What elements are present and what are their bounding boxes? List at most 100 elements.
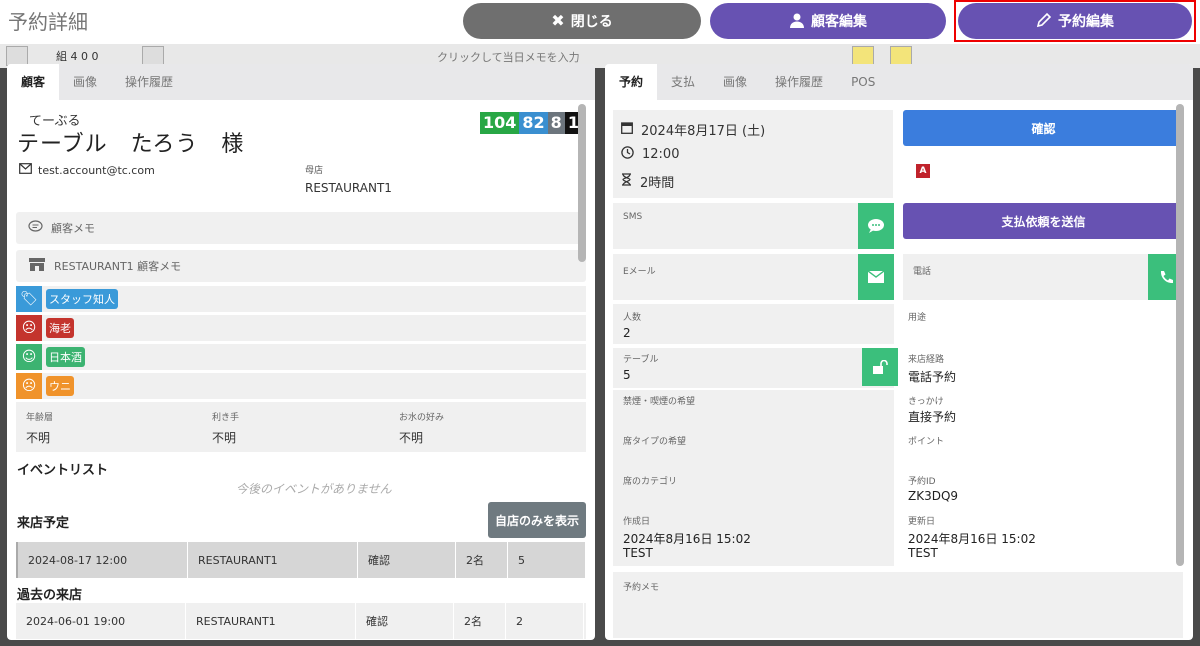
- unlock-icon[interactable]: [862, 348, 898, 386]
- tab-reservation[interactable]: 予約: [605, 64, 658, 100]
- table-value: 5: [623, 368, 631, 382]
- customer-memo-field[interactable]: 顧客メモ: [16, 212, 586, 244]
- reservation-panel: 予約 支払 画像 操作履歴 POS 2024年8月17日 (土) 12:00 2…: [605, 64, 1193, 640]
- visit-datetime: 2024-06-01 19:00: [16, 603, 186, 639]
- tab-customer[interactable]: 顧客: [7, 64, 60, 100]
- trigger-label: きっかけ: [908, 397, 944, 407]
- confirm-status-button[interactable]: 確認: [903, 110, 1184, 146]
- no-events-text: 今後のイベントがありません: [236, 482, 392, 496]
- people-field: [613, 304, 894, 344]
- past-visits-title: 過去の来店: [17, 588, 83, 603]
- pref-water: お水の好み 不明: [399, 410, 444, 446]
- pref-value: 不明: [212, 431, 237, 445]
- email-field: [613, 254, 893, 300]
- restaurant-memo-field[interactable]: RESTAURANT1 顧客メモ: [16, 250, 586, 282]
- smoking-label: 禁煙・喫煙の希望: [623, 397, 696, 407]
- day-memo-input[interactable]: クリックして当日メモを入力: [437, 49, 580, 65]
- tag-row: ☹ 海老: [16, 315, 586, 341]
- date-text: 2024年8月17日 (土): [641, 124, 766, 139]
- tab-history[interactable]: 操作履歴: [761, 64, 837, 100]
- tag-icon: 🏷: [16, 286, 42, 312]
- visit-shop: RESTAURANT1: [188, 542, 358, 578]
- background-info: 組 4 0 0: [56, 50, 99, 63]
- email-text: test.account@tc.com: [38, 163, 155, 177]
- customer-panel: 顧客 画像 操作履歴 てーぶる テーブル たろう 様 104 82 8 1 te…: [7, 64, 595, 640]
- trigger-value: 直接予約: [908, 410, 957, 424]
- customer-edit-button[interactable]: 顧客編集: [710, 3, 946, 39]
- sms-field: [613, 203, 893, 249]
- table-label: テーブル: [623, 355, 659, 365]
- own-shop-only-button[interactable]: 自店のみを表示: [488, 502, 586, 538]
- clock-icon: [621, 146, 634, 163]
- send-payment-request-button[interactable]: 支払依頼を送信: [903, 203, 1184, 239]
- customer-email: test.account@tc.com: [19, 163, 155, 177]
- pref-value: 不明: [399, 431, 424, 445]
- tab-pos[interactable]: POS: [837, 64, 889, 100]
- tab-history[interactable]: 操作履歴: [111, 64, 187, 100]
- tab-images[interactable]: 画像: [709, 64, 761, 100]
- tag-label: ウニ: [46, 376, 74, 396]
- hourglass-icon: [621, 173, 632, 190]
- duration-text: 2時間: [640, 176, 675, 191]
- tab-payment[interactable]: 支払: [657, 64, 709, 100]
- count-badge: 104: [480, 112, 520, 134]
- close-button[interactable]: ✖ 閉じる: [463, 3, 701, 39]
- header-bar: 予約詳細 ✖ 閉じる 顧客編集 予約編集: [0, 0, 1200, 44]
- tab-images[interactable]: 画像: [59, 64, 111, 100]
- source-badge: A: [916, 164, 930, 178]
- point-label: ポイント: [908, 437, 945, 447]
- seat-type-label: 席タイプの希望: [623, 437, 687, 447]
- reservation-memo-label: 予約メモ: [623, 583, 660, 593]
- visit-table: 2: [506, 603, 584, 639]
- count-badge: 82: [519, 112, 548, 134]
- count-badge: 8: [547, 112, 565, 134]
- phone-label: 電話: [913, 267, 932, 277]
- customer-edit-label: 顧客編集: [811, 14, 867, 30]
- sms-label: SMS: [623, 212, 643, 222]
- reservation-time: 12:00: [621, 146, 679, 163]
- purpose-label: 用途: [908, 313, 927, 323]
- smile-face-icon: ☺: [16, 344, 42, 370]
- home-shop-value: RESTAURANT1: [305, 181, 392, 195]
- reservation-memo-field[interactable]: [613, 572, 1183, 638]
- event-list-title: イベントリスト: [17, 463, 109, 478]
- mail-icon[interactable]: [858, 254, 894, 300]
- pref-handedness: 利き手 不明: [212, 410, 239, 446]
- email-label: Eメール: [623, 267, 656, 277]
- cup-icon: [142, 46, 164, 66]
- reservation-scrollbar[interactable]: [1176, 104, 1184, 566]
- table-row[interactable]: 2024-06-01 19:00 RESTAURANT1 確認 2名 2: [16, 603, 586, 639]
- pref-value: 不明: [26, 431, 51, 445]
- customer-tabs: 顧客 画像 操作履歴: [7, 64, 595, 100]
- home-shop-label: 母店: [305, 166, 324, 176]
- customer-scrollbar[interactable]: [578, 104, 586, 262]
- created-value: 2024年8月16日 15:02: [623, 532, 751, 546]
- created-by: TEST: [623, 546, 653, 560]
- reservation-edit-button[interactable]: 予約編集: [958, 3, 1192, 39]
- visit-datetime: 2024-08-17 12:00: [18, 542, 188, 578]
- reservation-duration: 2時間: [621, 172, 674, 191]
- visit-people: 2名: [456, 542, 508, 578]
- customer-name: テーブル たろう 様: [17, 132, 245, 157]
- dislike-face-icon: ☹: [16, 315, 42, 341]
- updated-value: 2024年8月16日 15:02: [908, 532, 1036, 546]
- visit-status: 確認: [356, 603, 454, 639]
- updated-by: TEST: [908, 546, 938, 560]
- envelope-icon: [19, 163, 32, 177]
- table-row[interactable]: 2024-08-17 12:00 RESTAURANT1 確認 2名 5: [16, 542, 586, 578]
- people-value: 2: [623, 326, 631, 340]
- calendar-icon: [621, 121, 633, 138]
- store-icon: [28, 257, 46, 275]
- edit-icon: [6, 46, 28, 66]
- updated-label: 更新日: [908, 517, 936, 527]
- seat-category-label: 席のカテゴリ: [623, 477, 678, 487]
- phone-field: [903, 254, 1184, 300]
- close-icon: ✖: [551, 11, 565, 30]
- tag-label: 日本酒: [46, 347, 85, 367]
- close-button-label: 閉じる: [570, 14, 613, 30]
- visit-count-badges: 104 82 8 1: [480, 112, 582, 134]
- square-icon: [890, 46, 912, 66]
- pref-label: お水の好み: [399, 413, 445, 423]
- tag-row: 🏷 スタッフ知人: [16, 286, 586, 312]
- sms-chat-icon[interactable]: [858, 203, 894, 249]
